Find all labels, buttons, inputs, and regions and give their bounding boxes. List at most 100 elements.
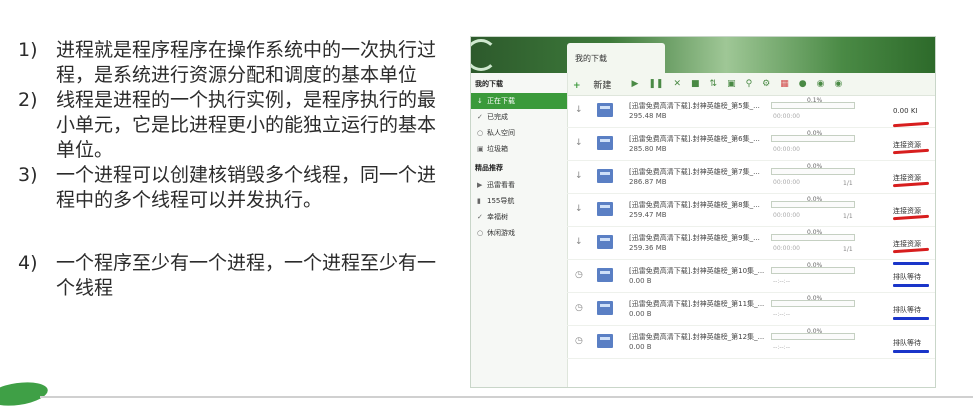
point-3: 3) 一个进程可以创建核销毁多个线程，同一个进程中的多个线程可以并发执行。 (18, 163, 448, 213)
remaining-time: 00:00:00 (773, 245, 800, 252)
arrow-down-icon: ↓ (575, 204, 583, 214)
speed-icon[interactable]: ◉ (817, 79, 825, 89)
progress-percent: 0.0% (807, 163, 823, 170)
progress-percent: 0.0% (807, 229, 823, 236)
sidebar-item-label: 已完成 (487, 113, 508, 121)
file-size: 259.47 MB (629, 211, 667, 219)
sidebar: 我的下载 ↓ 正在下载 ✓ 已完成 ○ 私人空间 ▣ 垃圾箱 精品推荐 ▶ 迅雷看看 ▮ 1… (471, 73, 568, 387)
progress-percent: 0.0% (807, 295, 823, 302)
point-number: 2) (18, 89, 38, 111)
sidebar-item-private[interactable]: ○ 私人空间 (471, 125, 567, 141)
file-size: 295.48 MB (629, 112, 667, 120)
remaining-time: --:--:-- (773, 311, 791, 318)
blue-annotation-mark (893, 284, 929, 287)
progress-percent: 0.1% (807, 97, 823, 104)
point-text: 进程就是程序程序在操作系统中的一次执行过程，是系统进行资源分配和调度的基本单位 (56, 39, 437, 86)
remaining-time: 00:00:00 (773, 179, 800, 186)
tree-icon: ✓ (477, 213, 483, 221)
status-text: 连接资源 (893, 141, 921, 149)
table-row[interactable]: ↓ [迅雷免费高清下载].封神英雄榜_第7集_... 286.87 MB 0.0… (567, 161, 935, 194)
file-size: 286.87 MB (629, 178, 667, 186)
sidebar-item-label: 幸福树 (487, 213, 508, 221)
remaining-time: --:--:-- (773, 344, 791, 351)
sidebar-item-label: 休闲游戏 (487, 229, 515, 237)
file-name: [迅雷免费高清下载].封神英雄榜_第11集_... (629, 300, 765, 308)
app-logo-icon (471, 39, 497, 71)
sidebar-item-label: 垃圾箱 (487, 145, 508, 153)
point-text: 一个程序至少有一个进程，一个进程至少有一个线程 (56, 252, 437, 299)
file-icon (597, 235, 613, 249)
file-name: [迅雷免费高清下载].封神英雄榜_第10集_... (629, 267, 765, 275)
table-row[interactable]: ◷ [迅雷免费高清下载].封神英雄榜_第10集_... 0.00 B 0.0% … (567, 260, 935, 293)
new-label: 新建 (593, 80, 612, 91)
progress-percent: 0.0% (807, 130, 823, 137)
lock-icon: ○ (477, 129, 484, 137)
tab-my-downloads[interactable]: 我的下载 (567, 43, 665, 73)
clock-icon: ◷ (575, 270, 583, 280)
shield-icon[interactable]: ● (799, 79, 807, 89)
sidebar-item-label: 私人空间 (487, 129, 515, 137)
download-list: ↓ [迅雷免费高清下载].封神英雄榜_第5集_... 295.48 MB 0.1… (567, 95, 935, 359)
table-row[interactable]: ↓ [迅雷免费高清下载].封神英雄榜_第5集_... 295.48 MB 0.1… (567, 95, 935, 128)
sidebar-item-games[interactable]: ○ 休闲游戏 (471, 225, 567, 241)
pause-icon[interactable]: ❚❚ (648, 79, 663, 89)
remaining-time: 00:00:00 (773, 212, 800, 219)
file-size: 0.00 B (629, 343, 652, 351)
arrow-down-icon: ↓ (575, 171, 583, 181)
toolbar: + 新建 ▶ ❚❚ ✕ ■ ⇅ ▣ ⚲ ⚙ ▦ ● ◉ ◉ (567, 73, 935, 96)
decorative-swoosh (0, 378, 50, 409)
clock-icon: ◷ (575, 303, 583, 313)
connection-count: 1/1 (843, 180, 853, 187)
file-icon (597, 301, 613, 315)
sidebar-item-trash[interactable]: ▣ 垃圾箱 (471, 141, 567, 157)
status-text: 排队等待 (893, 306, 921, 314)
arrow-down-icon: ↓ (575, 105, 583, 115)
delete-icon[interactable]: ✕ (673, 79, 681, 89)
status-text: 排队等待 (893, 339, 921, 347)
file-icon (597, 103, 613, 117)
file-icon (597, 268, 613, 282)
status-text: 连接资源 (893, 174, 921, 182)
download-manager-screenshot: 我的下载 + 新建 ▶ ❚❚ ✕ ■ ⇅ ▣ ⚲ ⚙ ▦ ● ◉ ◉ 我的下载 … (470, 36, 936, 388)
new-task-button[interactable]: + 新建 (573, 78, 621, 91)
search-icon[interactable]: ⚲ (746, 79, 753, 89)
arrow-down-icon: ↓ (575, 237, 583, 247)
play-icon[interactable]: ▶ (631, 79, 638, 89)
app-banner (471, 37, 935, 73)
download-icon: ↓ (477, 97, 483, 105)
progress-percent: 0.0% (807, 262, 823, 269)
file-icon (597, 334, 613, 348)
status-text: 连接资源 (893, 207, 921, 215)
sidebar-item-completed[interactable]: ✓ 已完成 (471, 109, 567, 125)
clock-icon: ◷ (575, 336, 583, 346)
file-name: [迅雷免费高清下载].封神英雄榜_第8集_... (629, 201, 760, 209)
view-icon[interactable]: ▣ (727, 79, 736, 89)
speed-unit: KI (910, 107, 918, 115)
sidebar-item-downloading[interactable]: ↓ 正在下载 (471, 93, 567, 109)
sidebar-item-tree[interactable]: ✓ 幸福树 (471, 209, 567, 225)
nav-icon: ▮ (477, 197, 481, 205)
sort-icon[interactable]: ⇅ (710, 79, 718, 89)
speed-value: 0.00 (893, 107, 909, 115)
red-annotation-mark (892, 121, 930, 128)
sidebar-item-kankan[interactable]: ▶ 迅雷看看 (471, 177, 567, 193)
arrow-down-icon: ↓ (575, 138, 583, 148)
sidebar-item-155[interactable]: ▮ 155导航 (471, 193, 567, 209)
sidebar-item-label: 正在下载 (487, 97, 515, 105)
gift-icon[interactable]: ▦ (780, 79, 789, 89)
table-row[interactable]: ◷ [迅雷免费高清下载].封神英雄榜_第12集_... 0.00 B 0.0% … (567, 326, 935, 359)
trash-icon: ▣ (477, 145, 484, 153)
table-row[interactable]: ↓ [迅雷免费高清下载].封神英雄榜_第8集_... 259.47 MB 0.0… (567, 194, 935, 227)
game-icon: ○ (477, 229, 484, 237)
file-size: 0.00 B (629, 310, 652, 318)
table-row[interactable]: ↓ [迅雷免费高清下载].封神英雄榜_第6集_... 285.80 MB 0.0… (567, 128, 935, 161)
check-icon: ✓ (477, 113, 483, 121)
table-row[interactable]: ◷ [迅雷免费高清下载].封神英雄榜_第11集_... 0.00 B 0.0% … (567, 293, 935, 326)
point-number: 1) (18, 39, 38, 61)
table-row[interactable]: ↓ [迅雷免费高清下载].封神英雄榜_第9集_... 259.36 MB 0.0… (567, 227, 935, 260)
file-name: [迅雷免费高清下载].封神英雄榜_第6集_... (629, 135, 760, 143)
more-icon[interactable]: ◉ (834, 79, 842, 89)
remaining-time: 00:00:00 (773, 146, 800, 153)
folder-icon[interactable]: ■ (691, 79, 700, 89)
settings-icon[interactable]: ⚙ (762, 79, 770, 89)
